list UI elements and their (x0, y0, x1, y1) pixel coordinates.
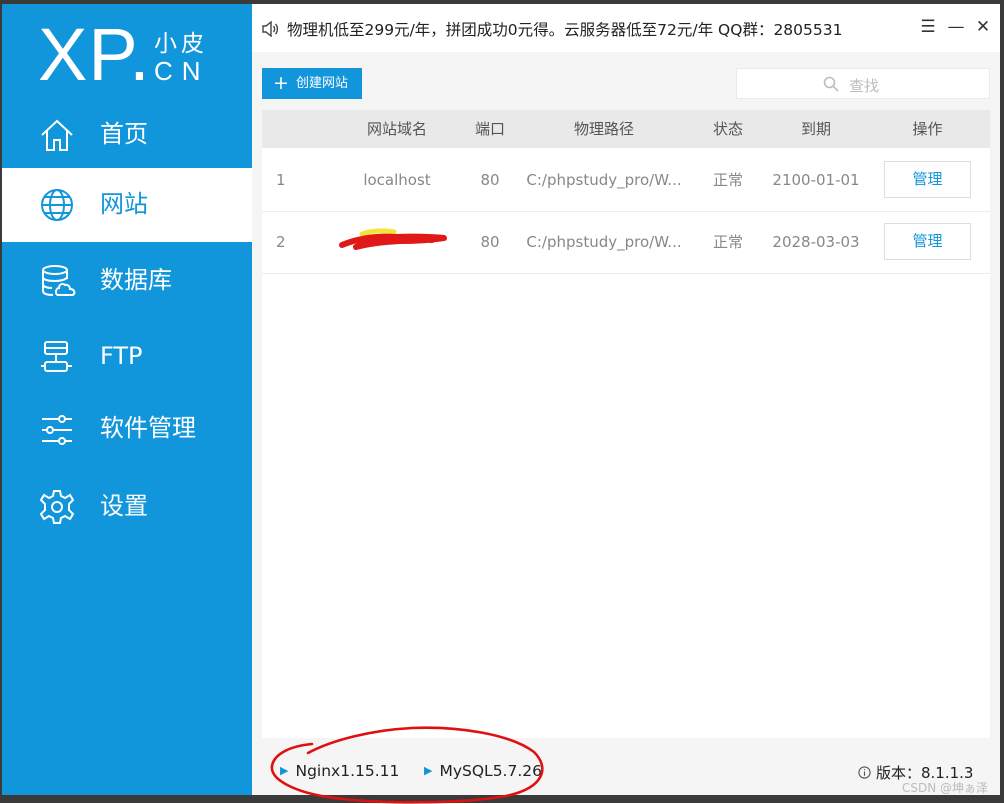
minimize-button[interactable]: — (947, 18, 965, 36)
service-mysql-label: MySQL5.7.26 (439, 762, 542, 780)
nav-item-label: FTP (100, 342, 143, 370)
table-row[interactable]: 2 80 C:/phpstudy_pro/W... 正常 2028-03-03 … (262, 212, 990, 274)
column-header-port: 端口 (474, 120, 505, 138)
gear-icon (39, 490, 75, 524)
logo: XP. 小皮 CN (38, 18, 228, 92)
nav-item-label: 设置 (100, 492, 148, 520)
table-row[interactable]: 1 localhost 80 C:/phpstudy_pro/W... 正常 2… (262, 150, 990, 212)
globe-icon (41, 189, 73, 221)
watermark: CSDN @坤ぁ泽 (902, 781, 989, 795)
nav-item-website[interactable]: 网站 (2, 168, 252, 242)
search-placeholder: 查找 (849, 77, 880, 95)
nav-item-settings[interactable]: 设置 (2, 470, 252, 544)
website-table: 网站域名 端口 物理路径 状态 到期 操作 1 localhost 80 C:/… (262, 110, 990, 738)
sliders-icon (42, 415, 72, 445)
speaker-icon (262, 21, 279, 37)
row-status: 正常 (712, 171, 743, 189)
nav-item-label: 网站 (100, 190, 148, 218)
nav-item-software[interactable]: 软件管理 (2, 392, 252, 466)
column-header-action: 操作 (912, 120, 943, 138)
row-path: C:/phpstudy_pro/W... (526, 171, 682, 189)
main-panel: 物理机低至299元/年，拼团成功0元得。云服务器低至72元/年 QQ群：2805… (252, 4, 1000, 795)
nav-item-home[interactable]: 首页 (2, 98, 252, 172)
row-status: 正常 (712, 233, 743, 251)
row-expire: 2028-03-03 (772, 233, 860, 251)
database-icon (42, 265, 76, 296)
logo-cn-top: 小皮 (154, 31, 208, 57)
sidebar: XP. 小皮 CN 首页 网站 数据库 FTP 软件管理 设置 (2, 4, 252, 795)
menu-icon[interactable]: ☰ (919, 18, 937, 36)
column-header-expire: 到期 (800, 120, 831, 138)
row-domain: localhost (363, 171, 431, 189)
row-port: 80 (480, 233, 500, 251)
home-icon (41, 119, 73, 151)
service-nginx-label: Nginx1.15.11 (295, 762, 400, 780)
logo-xp: XP. (38, 13, 151, 96)
nav-item-database[interactable]: 数据库 (2, 244, 252, 318)
row-port: 80 (480, 171, 500, 189)
create-website-button[interactable]: + 创建网站 (262, 68, 362, 99)
ftp-icon (41, 341, 72, 372)
column-header-status: 状态 (712, 120, 743, 138)
nav-item-label: 数据库 (100, 266, 172, 294)
redacted-domain-scribble (339, 228, 447, 250)
search-input[interactable]: 查找 (736, 68, 990, 99)
service-nginx[interactable]: ▶ Nginx1.15.11 (280, 762, 399, 780)
play-icon: ▶ (280, 764, 289, 777)
nav-item-label: 首页 (100, 120, 148, 148)
logo-cn-bottom: CN (154, 56, 210, 86)
close-button[interactable]: ✕ (974, 18, 992, 36)
service-mysql[interactable]: ▶ MySQL5.7.26 (424, 762, 542, 780)
manage-button[interactable]: 管理 (884, 161, 971, 198)
manage-button[interactable]: 管理 (884, 223, 971, 260)
app-window: XP. 小皮 CN 首页 网站 数据库 FTP 软件管理 设置 物理机低至299… (0, 0, 1004, 804)
row-path: C:/phpstudy_pro/W... (526, 233, 682, 251)
title-bar: 物理机低至299元/年，拼团成功0元得。云服务器低至72元/年 QQ群：2805… (252, 4, 1000, 52)
notice-text[interactable]: 物理机低至299元/年，拼团成功0元得。云服务器低至72元/年 QQ群：2805… (287, 18, 842, 40)
play-icon: ▶ (424, 764, 433, 777)
info-icon (858, 766, 871, 779)
search-icon (823, 76, 839, 92)
nav-item-ftp[interactable]: FTP (2, 320, 252, 394)
status-bar: ▶ Nginx1.15.11 ▶ MySQL5.7.26 版本：8.1.1.3 (252, 748, 1000, 795)
table-header: 网站域名 端口 物理路径 状态 到期 操作 (262, 110, 990, 148)
row-index: 1 (276, 171, 286, 189)
create-website-label: 创建网站 (296, 76, 349, 91)
nav-item-label: 软件管理 (100, 414, 196, 442)
column-header-path: 物理路径 (573, 120, 634, 138)
plus-icon: + (273, 72, 289, 94)
row-expire: 2100-01-01 (772, 171, 860, 189)
column-header-domain: 网站域名 (366, 120, 427, 138)
row-index: 2 (276, 233, 286, 251)
